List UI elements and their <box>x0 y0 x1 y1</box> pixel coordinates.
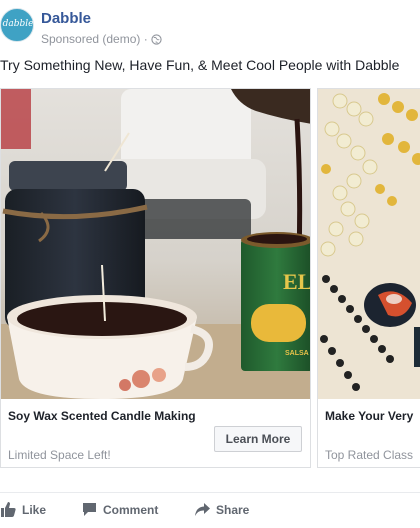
card-description: Limited Space Left! <box>8 448 111 462</box>
share-label: Share <box>216 503 250 517</box>
card-description: Top Rated Class <box>325 448 414 462</box>
card-image-candle-making[interactable]: EL SALSA <box>1 89 310 399</box>
globe-icon <box>151 34 162 48</box>
share-icon <box>195 503 210 516</box>
comment-icon <box>83 503 96 516</box>
avatar[interactable]: dabble <box>0 8 34 42</box>
ad-carousel[interactable]: EL SALSA Soy Wax Scented Candle Making L… <box>0 88 420 468</box>
comment-label: Comment <box>103 503 159 517</box>
like-label: Like <box>22 503 47 517</box>
sponsored-meta: Sponsored (demo) · <box>41 32 162 48</box>
sponsored-label: Sponsored (demo) · <box>41 32 148 46</box>
page-name-link[interactable]: Dabble <box>41 10 91 27</box>
tin-label: EL <box>283 269 310 294</box>
carousel-card[interactable]: EL SALSA Soy Wax Scented Candle Making L… <box>0 88 311 468</box>
avatar-logo-text: dabble <box>2 19 34 29</box>
post-actions-bar: Like Comment Share <box>0 492 420 528</box>
card-title[interactable]: Make Your Very <box>325 409 413 423</box>
tin-sublabel: SALSA <box>285 350 309 357</box>
card-image-beaded-jewelry[interactable] <box>318 89 420 399</box>
learn-more-button[interactable]: Learn More <box>214 426 302 452</box>
share-button[interactable]: Share <box>194 502 249 517</box>
comment-button[interactable]: Comment <box>82 502 158 517</box>
post-header: dabble Dabble Sponsored (demo) · <box>0 0 420 52</box>
post-message: Try Something New, Have Fun, & Meet Cool… <box>0 57 400 73</box>
like-button[interactable]: Like <box>0 502 46 517</box>
card-title[interactable]: Soy Wax Scented Candle Making <box>8 409 196 423</box>
carousel-card[interactable]: Make Your Very Top Rated Class <box>317 88 420 468</box>
like-icon <box>1 502 16 517</box>
